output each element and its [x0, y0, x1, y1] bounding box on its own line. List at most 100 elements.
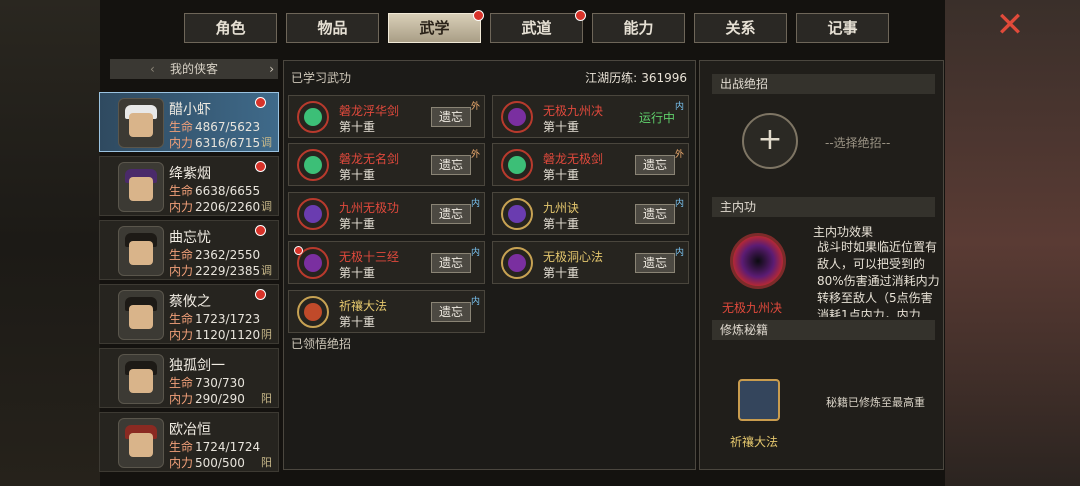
vortex-icon[interactable] [730, 233, 786, 289]
forget-button[interactable]: 遗忘 [431, 155, 471, 175]
skill-type: 内 [674, 102, 684, 112]
background-left [0, 0, 100, 486]
hero-card[interactable]: 蔡攸之 生命 1723/1723 内力 1120/1120 阴 [99, 284, 279, 344]
skill-level: 第十重 [339, 315, 376, 329]
skill-card[interactable]: 无极洞心法 第十重 遗忘 内 [492, 241, 689, 284]
hero-tag: 调 [261, 264, 272, 277]
skill-level: 第十重 [543, 217, 580, 231]
martial-arts-panel: 已学习武功 江湖历练: 361996 磐龙浮华剑 第十重 遗忘 外 无极九州决 第… [283, 60, 696, 470]
hero-card[interactable]: 欧冶恒 生命 1724/1724 内力 500/500 阳 [99, 412, 279, 472]
skill-name: 无极洞心法 [543, 250, 604, 264]
hero-portrait [118, 162, 164, 212]
skill-card[interactable]: 无极九州决 第十重 运行中 内 [492, 95, 689, 138]
hero-tag: 调 [261, 136, 272, 149]
pillars-icon [297, 198, 329, 230]
tab-martial-way[interactable]: 武道 [490, 10, 586, 43]
hero-hp: 生命 1723/1723 [169, 312, 261, 326]
skill-card[interactable]: 磐龙无极剑 第十重 遗忘 外 [492, 143, 689, 186]
hero-list-title: 我的侠客 [169, 62, 218, 76]
hero-name: 曲忘忧 [169, 230, 211, 246]
tab-label: 能力 [623, 19, 654, 37]
hero-hp: 生命 730/730 [169, 376, 245, 390]
forget-button[interactable]: 遗忘 [635, 204, 675, 224]
inner-skill-name: 无极九州决 [722, 301, 783, 315]
hero-hp: 生命 2362/2550 [169, 248, 261, 262]
tab-martial-arts[interactable]: 武学 [388, 10, 484, 43]
notification-dot [575, 10, 586, 21]
effect-title: 主内功效果 [813, 225, 874, 239]
notification-dot [255, 97, 266, 108]
skill-card[interactable]: 祈禳大法 第十重 遗忘 内 [288, 290, 485, 333]
tab-items[interactable]: 物品 [286, 13, 379, 43]
tab-label: 武道 [521, 19, 552, 37]
skill-name: 磐龙浮华剑 [339, 104, 400, 118]
hero-mp: 内力 6316/6715 [169, 136, 261, 150]
skill-level: 第十重 [339, 266, 376, 280]
skill-level: 第十重 [543, 266, 580, 280]
skill-name: 九州无极功 [339, 201, 400, 215]
notification-dot [255, 161, 266, 172]
tab-character[interactable]: 角色 [184, 13, 277, 43]
skill-card[interactable]: 无极十三经 第十重 遗忘 内 [288, 241, 485, 284]
skill-name: 祈禳大法 [339, 299, 388, 313]
tab-abilities[interactable]: 能力 [592, 13, 685, 43]
hero-name: 醋小虾 [169, 102, 211, 118]
skill-name: 无极十三经 [339, 250, 400, 264]
comprehended-title: 已领悟绝招 [291, 337, 352, 351]
skill-type: 内 [674, 199, 684, 209]
skill-name: 磐龙无名剑 [339, 152, 400, 166]
skill-name: 无极九州决 [543, 104, 604, 118]
forget-button[interactable]: 遗忘 [431, 302, 471, 322]
skill-type: 外 [674, 150, 684, 160]
hero-tag: 阳 [261, 392, 272, 405]
tab-label: 物品 [317, 19, 348, 37]
skill-card[interactable]: 九州无极功 第十重 遗忘 内 [288, 192, 485, 235]
skill-level: 第十重 [543, 120, 580, 134]
forget-button[interactable]: 遗忘 [431, 253, 471, 273]
tab-label: 关系 [725, 19, 756, 37]
hero-portrait [118, 418, 164, 468]
skill-type: 内 [470, 248, 480, 258]
vortex-icon [501, 247, 533, 279]
hero-name: 欧冶恒 [169, 422, 211, 438]
hero-card[interactable]: 独孤剑一 生命 730/730 内力 290/290 阳 [99, 348, 279, 408]
notification-dot [294, 246, 303, 255]
hero-hp: 生命 4867/5623 [169, 120, 261, 134]
add-ultimate-button[interactable]: + [742, 113, 798, 169]
sword-burst-icon [501, 149, 533, 181]
forget-button[interactable]: 遗忘 [635, 155, 675, 175]
hero-tag: 调 [261, 200, 272, 213]
hero-portrait [118, 226, 164, 276]
skill-type: 外 [470, 150, 480, 160]
hero-portrait [118, 290, 164, 340]
hero-card[interactable]: 绛紫烟 生命 6638/6655 内力 2206/2260 调 [99, 156, 279, 216]
hero-card[interactable]: 曲忘忧 生命 2362/2550 内力 2229/2385 调 [99, 220, 279, 280]
tab-label: 记事 [827, 19, 858, 37]
running-status: 运行中 [639, 111, 676, 125]
forget-button[interactable]: 遗忘 [635, 253, 675, 273]
plus-icon: + [757, 122, 783, 157]
background-right [945, 0, 1080, 486]
skill-card[interactable]: 磐龙无名剑 第十重 遗忘 外 [288, 143, 485, 186]
skill-card[interactable]: 磐龙浮华剑 第十重 遗忘 外 [288, 95, 485, 138]
notification-dot [255, 225, 266, 236]
effect-description: 战斗时如果临近位置有敌人，可以把受到的80%伤害通过消耗内力转移至敌人（5点伤害… [817, 240, 940, 317]
notification-dot [255, 289, 266, 300]
tab-label: 武学 [419, 19, 450, 37]
skill-card[interactable]: 九州诀 第十重 遗忘 内 [492, 192, 689, 235]
sword-burst-icon [297, 101, 329, 133]
forget-button[interactable]: 遗忘 [431, 107, 471, 127]
flame-icon [297, 296, 329, 328]
hero-card[interactable]: 醋小虾 生命 4867/5623 内力 6316/6715 调 [99, 92, 279, 152]
close-icon[interactable]: ✕ [993, 8, 1027, 42]
forget-button[interactable]: 遗忘 [431, 204, 471, 224]
hero-list-header[interactable]: ‹ 我的侠客 › [110, 59, 278, 79]
hero-portrait [118, 98, 164, 148]
book-icon[interactable] [738, 379, 780, 421]
hero-name: 绛紫烟 [169, 166, 211, 182]
chevron-right-icon[interactable]: › [269, 59, 274, 79]
pillars-icon [501, 198, 533, 230]
tab-journal[interactable]: 记事 [796, 13, 889, 43]
choose-ultimate-text[interactable]: --选择绝招-- [825, 134, 890, 151]
tab-relations[interactable]: 关系 [694, 13, 787, 43]
